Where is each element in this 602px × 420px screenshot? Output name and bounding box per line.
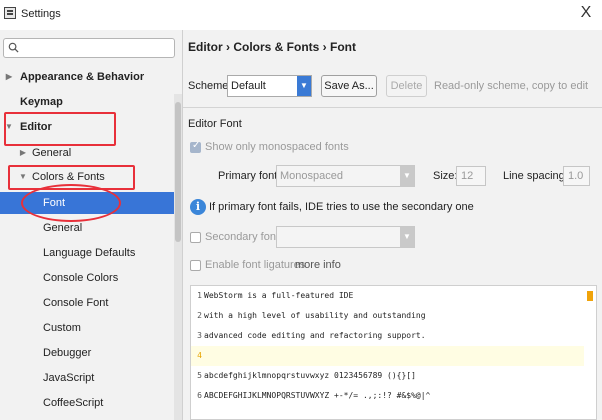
ligatures-checkbox[interactable] [190,260,201,271]
font-preview-editor[interactable]: 1 WebStorm is a full-featured IDE 2 with… [190,285,597,420]
tree-item-label: Custom [43,322,81,334]
tree-item-label: Language Defaults [43,247,136,259]
tree-item-colors-fonts[interactable]: ▼ Colors & Fonts [0,166,182,188]
tree-item-language-defaults[interactable]: Language Defaults [0,242,182,264]
ligatures-label: Enable font ligatures [205,259,306,271]
collapse-arrow-icon[interactable]: ▼ [18,166,28,188]
expand-arrow-icon[interactable]: ▶ [18,142,28,164]
line-spacing-label: Line spacing: [503,170,568,182]
tree-item-console-colors[interactable]: Console Colors [0,267,182,289]
tree-item-label: JavaScript [43,372,95,384]
line-spacing-field[interactable]: 1.0 [563,166,590,186]
close-icon[interactable]: X [578,4,594,22]
preview-line: 2 with a high level of usability and out… [191,306,584,326]
tree-item-label: Colors & Fonts [32,171,105,183]
tree-item-label: Console Font [43,297,109,309]
tree-item-label: Font [43,197,66,209]
search-input[interactable] [3,38,175,58]
tree-item-appearance-behavior[interactable]: ▶ Appearance & Behavior [0,66,182,88]
show-mono-label: Show only monospaced fonts [205,141,349,153]
expand-arrow-icon[interactable]: ▶ [4,66,14,88]
preview-line: 5 abcdefghijklmnopqrstuvwxyz 0123456789 … [191,366,584,386]
tree-item-custom[interactable]: Custom [0,317,182,339]
tree-item-console-font[interactable]: Console Font [0,292,182,314]
line-text: advanced code editing and refactoring su… [204,331,426,340]
line-number: 2 [197,311,202,320]
breadcrumb: Editor › Colors & Fonts › Font [188,40,356,54]
settings-app-icon [4,7,16,19]
scheme-select[interactable]: Default ▼ [227,75,312,97]
preview-line: 6 ABCDEFGHIJKLMNOPQRSTUVWXYZ +-*/= .,;:!… [191,386,584,406]
tree-item-debugger[interactable]: Debugger [0,342,182,364]
chevron-down-icon: ▼ [297,76,311,96]
sidebar-scroll-thumb[interactable] [175,102,181,242]
font-settings-panel: Editor › Colors & Fonts › Font Scheme: D… [183,30,602,420]
tree-item-label: Keymap [20,96,63,108]
secondary-font-select[interactable]: ▼ [276,226,415,248]
show-mono-checkbox[interactable] [190,140,201,153]
scheme-select-value: Default [231,80,266,92]
line-text: abcdefghijklmnopqrstuvwxyz 0123456789 ()… [204,371,416,380]
tree-item-keymap[interactable]: Keymap [0,91,182,113]
chevron-down-icon: ▼ [400,227,414,247]
tree-item-general-colors[interactable]: General [0,217,182,239]
primary-font-value: Monospaced [280,170,343,182]
preview-line: 3 advanced code editing and refactoring … [191,326,584,346]
line-number: 5 [197,371,202,380]
tree-item-coffeescript[interactable]: CoffeeScript [0,392,182,414]
tree-item-label: Debugger [43,347,92,359]
more-info-link[interactable]: more info [295,259,341,271]
line-text: with a high level of usability and outst… [204,311,426,320]
search-icon [8,42,19,53]
fallback-info-text: If primary font fails, IDE tries to use … [209,201,474,213]
line-number: 6 [197,391,202,400]
divider [183,107,602,108]
line-text: ABCDEFGHIJKLMNOPQRSTUVWXYZ +-*/= .,;:!? … [204,391,431,400]
line-number: 1 [197,291,202,300]
line-text: WebStorm is a full-featured IDE [204,291,354,300]
preview-line-current: 4 [191,346,584,366]
tree-item-label: Editor [20,121,52,133]
collapse-arrow-icon[interactable]: ▼ [4,116,14,138]
window-title: Settings [21,8,61,20]
title-bar: Settings X [0,0,602,30]
gutter-marker [587,291,593,301]
size-field[interactable]: 12 [456,166,486,186]
chevron-down-icon: ▼ [400,166,414,186]
tree-item-label: Appearance & Behavior [20,71,145,83]
primary-font-select[interactable]: Monospaced ▼ [276,165,415,187]
scheme-note: Read-only scheme, copy to edit [434,80,589,92]
tree-item-label: General [32,147,72,159]
scheme-label: Scheme: [188,80,232,92]
tree-item-label: Console Colors [43,272,119,284]
line-number: 4 [197,351,202,360]
secondary-font-label: Secondary font: [205,231,283,243]
tree-item-editor[interactable]: ▼ Editor [0,116,182,138]
save-as-button[interactable]: Save As... [321,75,377,97]
primary-font-label: Primary font: [218,170,281,182]
sidebar-scrollbar[interactable] [174,94,182,420]
info-icon: i [190,199,206,215]
settings-sidebar: ▶ Appearance & Behavior Keymap ▼ Editor … [0,30,183,420]
line-number: 3 [197,331,202,340]
editor-font-section-title: Editor Font [188,118,242,130]
tree-item-general[interactable]: ▶ General [0,142,182,164]
secondary-font-checkbox[interactable] [190,232,201,243]
size-label: Size: [433,170,458,182]
preview-line: 1 WebStorm is a full-featured IDE [191,286,584,306]
tree-item-javascript[interactable]: JavaScript [0,367,182,389]
tree-item-font[interactable]: Font [0,192,182,214]
delete-button[interactable]: Delete [386,75,427,97]
tree-item-label: General [43,222,83,234]
tree-item-label: CoffeeScript [43,397,104,409]
